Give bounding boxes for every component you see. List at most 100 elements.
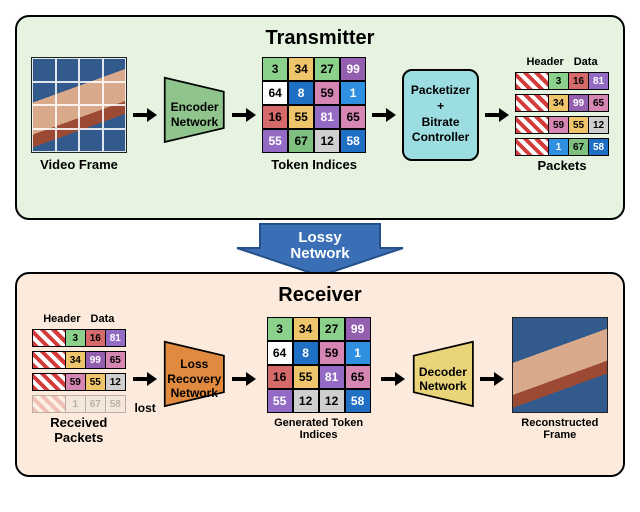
receiver-title: Receiver — [31, 284, 609, 307]
token-indices-label: Token Indices — [271, 157, 357, 172]
transmitter-title: Transmitter — [31, 27, 609, 50]
packet-header — [515, 116, 549, 134]
packet-header — [32, 373, 66, 391]
token-cell: 34 — [288, 57, 314, 81]
packets-list: 31681 349965 595512 16758 — [515, 72, 609, 156]
reconstructed-frame-block: Reconstructed Frame — [511, 317, 609, 441]
packet-cell: 81 — [106, 329, 126, 347]
token-cell: 16 — [262, 105, 288, 129]
packet-header — [515, 138, 549, 156]
rx-packets-column-labels: Header Data — [43, 313, 114, 325]
token-cell: 34 — [293, 317, 319, 341]
packet-cell: 12 — [106, 373, 126, 391]
lost-label: lost — [134, 401, 155, 415]
receiver-panel: Receiver Header Data 3168134996559551216… — [15, 272, 625, 477]
received-packets-list: 3168134996559551216758lost — [32, 329, 126, 413]
packets-column-labels: Header Data — [526, 56, 597, 68]
header-col-label: Header — [526, 56, 563, 68]
lossy-network-arrow: Lossy Network — [235, 222, 405, 278]
arrow-icon — [232, 372, 256, 386]
token-cell: 16 — [267, 365, 293, 389]
packet-cell: 81 — [589, 72, 609, 90]
packet-cell: 55 — [86, 373, 106, 391]
reconstructed-frame-label: Reconstructed Frame — [511, 417, 609, 441]
packet-row: 595512 — [515, 116, 609, 134]
arrow-icon — [480, 372, 504, 386]
arrow-icon — [372, 108, 396, 122]
packet-cell: 65 — [106, 351, 126, 369]
token-cell: 1 — [340, 81, 366, 105]
transmitter-panel: Transmitter Video Frame Encoder Network … — [15, 15, 625, 220]
packet-row: 16758 — [32, 395, 126, 413]
packet-cell: 1 — [549, 138, 569, 156]
token-cell: 64 — [267, 341, 293, 365]
token-cell: 99 — [345, 317, 371, 341]
token-indices-block: 33427996485911655816555671258 Token Indi… — [262, 57, 366, 172]
packet-header — [515, 94, 549, 112]
packet-cell: 58 — [589, 138, 609, 156]
token-cell: 81 — [319, 365, 345, 389]
packets-label: Packets — [537, 158, 586, 173]
packet-cell: 1 — [66, 395, 86, 413]
video-frame-label: Video Frame — [40, 157, 118, 172]
decoder-network: Decoder Network — [412, 340, 475, 418]
video-frame-block: Video Frame — [31, 57, 127, 172]
token-cell: 59 — [319, 341, 345, 365]
token-cell: 1 — [345, 341, 371, 365]
token-cell: 27 — [319, 317, 345, 341]
packet-row: 595512 — [32, 373, 126, 391]
received-packets-label: Received Packets — [31, 415, 127, 445]
packet-cell: 16 — [569, 72, 589, 90]
loss-recovery-label: Loss Recovery Network — [163, 340, 226, 418]
token-cell: 99 — [340, 57, 366, 81]
token-cell: 3 — [267, 317, 293, 341]
token-grid: 33427996485911655816555671258 — [262, 57, 366, 153]
packet-row: 16758 — [515, 138, 609, 156]
token-cell: 55 — [293, 365, 319, 389]
packetizer-label: Packetizer + Bitrate Controller — [408, 83, 472, 145]
lossy-network-label: Lossy Network — [235, 222, 405, 278]
token-cell: 8 — [293, 341, 319, 365]
packet-header — [515, 72, 549, 90]
packet-cell: 99 — [86, 351, 106, 369]
token-cell: 81 — [314, 105, 340, 129]
received-packets-block: Header Data 3168134996559551216758lost R… — [31, 313, 127, 445]
packet-cell: 3 — [549, 72, 569, 90]
data-col-label: Data — [91, 313, 115, 325]
header-col-label: Header — [43, 313, 80, 325]
packet-cell: 55 — [569, 116, 589, 134]
token-cell: 27 — [314, 57, 340, 81]
generated-token-grid: 33427996485911655816555121258 — [267, 317, 371, 413]
frame-grid-overlay — [32, 58, 126, 152]
decoder-label: Decoder Network — [412, 340, 475, 418]
token-cell: 12 — [314, 129, 340, 153]
token-cell: 55 — [267, 389, 293, 413]
arrow-icon — [133, 372, 157, 386]
packets-block: Header Data 31681 349965 595512 16758 Packe… — [515, 56, 609, 173]
token-cell: 58 — [345, 389, 371, 413]
packet-cell: 65 — [589, 94, 609, 112]
packet-cell: 3 — [66, 329, 86, 347]
packet-cell: 99 — [569, 94, 589, 112]
token-cell: 67 — [288, 129, 314, 153]
packetizer-box: Packetizer + Bitrate Controller — [402, 69, 478, 161]
reconstructed-frame — [512, 317, 608, 413]
encoder-label: Encoder Network — [163, 76, 226, 154]
packet-header — [32, 329, 66, 347]
packet-cell: 34 — [66, 351, 86, 369]
loss-recovery-network: Loss Recovery Network — [163, 340, 226, 418]
token-cell: 58 — [340, 129, 366, 153]
arrow-icon — [133, 108, 157, 122]
packet-row: 31681 — [515, 72, 609, 90]
packet-cell: 67 — [569, 138, 589, 156]
packet-row: 349965 — [32, 351, 126, 369]
token-cell: 65 — [340, 105, 366, 129]
packet-cell: 59 — [549, 116, 569, 134]
encoder-network: Encoder Network — [163, 76, 226, 154]
transmitter-row: Video Frame Encoder Network 334279964859… — [31, 56, 609, 173]
packet-row: 349965 — [515, 94, 609, 112]
receiver-row: Header Data 3168134996559551216758lost R… — [31, 313, 609, 445]
packet-cell: 12 — [589, 116, 609, 134]
token-cell: 3 — [262, 57, 288, 81]
generated-tokens-label: Generated Token Indices — [262, 417, 375, 441]
